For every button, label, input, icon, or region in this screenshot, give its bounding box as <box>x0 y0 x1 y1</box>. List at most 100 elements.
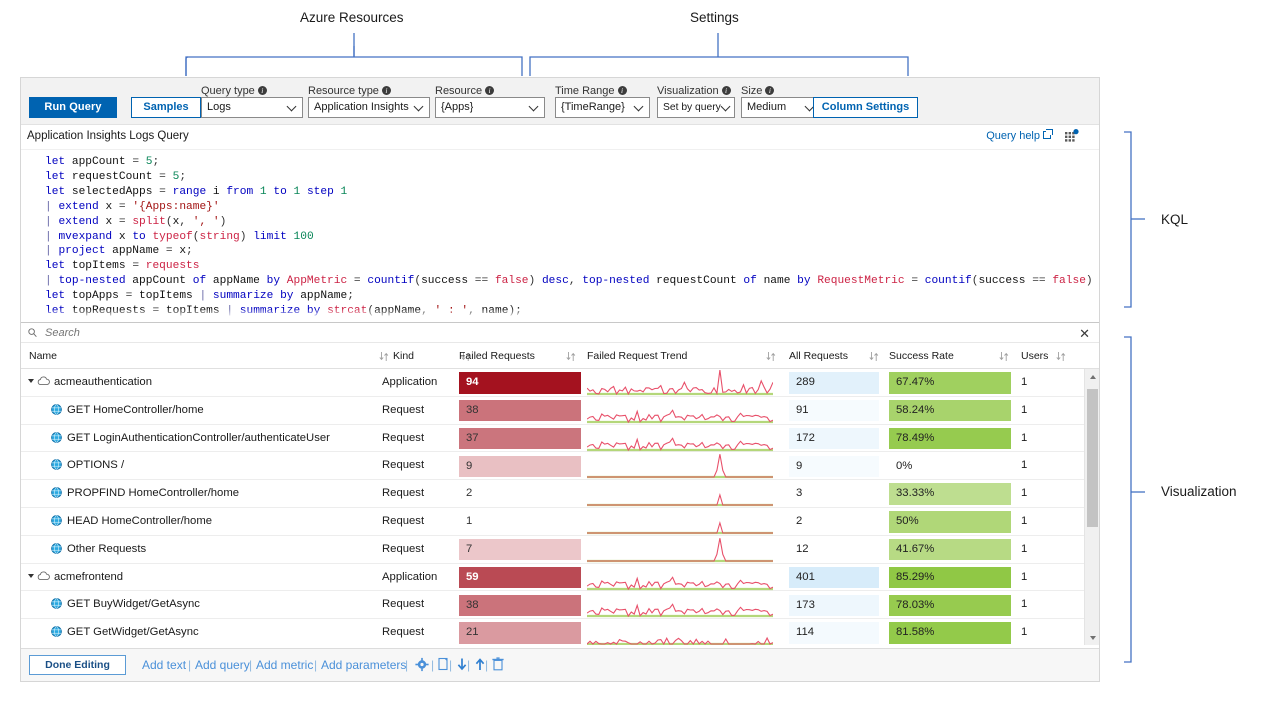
sort-icon[interactable] <box>1056 351 1066 362</box>
column-settings-button[interactable]: Column Settings <box>813 97 918 118</box>
add-metric-link[interactable]: Add metric <box>256 655 313 675</box>
table-row[interactable]: acmeauthenticationApplication9428967.47%… <box>21 369 1099 397</box>
row-all-requests-cell: 3 <box>789 483 879 505</box>
column-header-success-rate[interactable]: Success Rate <box>889 343 954 369</box>
column-header-name[interactable]: Name <box>29 343 57 369</box>
time-range-select[interactable]: {TimeRange} <box>555 97 650 118</box>
row-name-cell[interactable]: OPTIONS / <box>21 452 381 479</box>
resource-type-select[interactable]: Application Insights <box>308 97 430 118</box>
table-row[interactable]: HEAD HomeController/homeRequest1250%1 <box>21 508 1099 536</box>
column-header-failed-requests[interactable]: Failed Requests <box>459 343 535 369</box>
row-success-rate-cell: 58.24% <box>889 400 1011 422</box>
sort-icon[interactable] <box>379 351 389 362</box>
row-users-cell: 1 <box>1021 425 1061 452</box>
row-failed-requests-cell: 9 <box>459 456 581 478</box>
expand-collapse-icon[interactable] <box>28 574 34 578</box>
size-select[interactable]: Medium <box>741 97 821 118</box>
row-name-cell[interactable]: acmefrontend <box>21 564 381 591</box>
row-trend-sparkline <box>587 452 777 479</box>
column-header-users[interactable]: Users <box>1021 343 1048 369</box>
row-name-cell[interactable]: GET HomeController/home <box>21 397 381 424</box>
separator: | <box>188 655 191 675</box>
row-name-cell[interactable]: acmeauthentication <box>21 369 381 396</box>
expand-collapse-icon[interactable] <box>28 379 34 383</box>
scroll-up-arrow[interactable] <box>1085 369 1099 384</box>
table-row[interactable]: GET GetWidget/GetAsyncRequest2111481.58%… <box>21 619 1099 645</box>
sort-icon[interactable] <box>999 351 1009 362</box>
column-header-all-requests[interactable]: All Requests <box>789 343 848 369</box>
column-header-kind[interactable]: Kind <box>393 343 414 369</box>
row-all-requests-cell: 172 <box>789 428 879 450</box>
query-toolbar: Run Query Samples Query typei Logs Resou… <box>21 78 1099 125</box>
row-kind-cell: Request <box>382 536 452 563</box>
code-line: let topRequests = topItems | summarize b… <box>45 304 1099 319</box>
row-name-text: acmeauthentication <box>54 376 152 388</box>
scrollbar-thumb[interactable] <box>1087 389 1098 527</box>
query-samples-icon[interactable] <box>1065 129 1079 143</box>
row-kind-cell: Application <box>382 369 452 396</box>
row-name-cell[interactable]: GET BuyWidget/GetAsync <box>21 591 381 618</box>
table-row[interactable]: OPTIONS /Request990%1 <box>21 452 1099 480</box>
samples-button[interactable]: Samples <box>131 97 201 118</box>
query-type-label: Query typei <box>201 85 267 97</box>
time-range-value: {TimeRange} <box>561 98 625 117</box>
info-icon[interactable]: i <box>722 86 731 95</box>
add-query-link[interactable]: Add query <box>195 655 250 675</box>
table-row[interactable]: acmefrontendApplication5940185.29%1 <box>21 564 1099 592</box>
table-row[interactable]: GET LoginAuthenticationController/authen… <box>21 425 1099 453</box>
row-trend-sparkline <box>587 369 777 396</box>
query-type-select[interactable]: Logs <box>201 97 303 118</box>
editor-footer: Done Editing Add text | Add query | Add … <box>21 648 1099 681</box>
table-row[interactable]: Other RequestsRequest71241.67%1 <box>21 536 1099 564</box>
row-failed-requests-cell: 21 <box>459 622 581 644</box>
info-icon[interactable]: i <box>618 86 627 95</box>
done-editing-button[interactable]: Done Editing <box>29 655 126 675</box>
query-help-link[interactable]: Query help <box>986 130 1051 142</box>
request-globe-icon <box>51 626 62 637</box>
info-icon[interactable]: i <box>765 86 774 95</box>
sort-icon[interactable] <box>566 351 576 362</box>
sort-icon[interactable] <box>869 351 879 362</box>
row-trend-sparkline <box>587 619 777 645</box>
sort-icon[interactable] <box>766 351 776 362</box>
table-row[interactable]: PROPFIND HomeController/homeRequest2333.… <box>21 480 1099 508</box>
add-parameters-link[interactable]: Add parameters <box>321 655 406 675</box>
row-success-rate-cell: 78.03% <box>889 595 1011 617</box>
visualization-select[interactable]: Set by query <box>657 97 735 118</box>
row-name-cell[interactable]: PROPFIND HomeController/home <box>21 480 381 507</box>
table-row[interactable]: GET HomeController/homeRequest389158.24%… <box>21 397 1099 425</box>
info-icon[interactable]: i <box>258 86 267 95</box>
scroll-down-arrow[interactable] <box>1085 630 1099 645</box>
time-range-label: Time Rangei <box>555 85 627 97</box>
code-line: let requestCount = 5; <box>45 170 1099 185</box>
gear-icon[interactable] <box>415 657 429 672</box>
run-query-button[interactable]: Run Query <box>29 97 117 118</box>
row-all-requests-cell: 9 <box>789 456 879 478</box>
separator: | <box>405 655 408 675</box>
resource-select[interactable]: {Apps} <box>435 97 545 118</box>
add-text-link[interactable]: Add text <box>142 655 186 675</box>
row-success-rate-cell: 78.49% <box>889 428 1011 450</box>
info-icon[interactable]: i <box>485 86 494 95</box>
row-success-rate-cell: 33.33% <box>889 483 1011 505</box>
row-failed-requests-cell: 1 <box>459 511 581 533</box>
separator: | <box>485 655 488 675</box>
chevron-down-icon <box>530 102 539 111</box>
row-name-cell[interactable]: Other Requests <box>21 536 381 563</box>
row-name-cell[interactable]: GET LoginAuthenticationController/authen… <box>21 425 381 452</box>
row-name-cell[interactable]: GET GetWidget/GetAsync <box>21 619 381 645</box>
row-failed-requests-cell: 38 <box>459 400 581 422</box>
row-users-cell: 1 <box>1021 536 1061 563</box>
column-header-failed-request-trend[interactable]: Failed Request Trend <box>587 343 687 369</box>
grid-scrollbar[interactable] <box>1084 369 1099 645</box>
delete-icon[interactable] <box>491 657 505 672</box>
row-name-cell[interactable]: HEAD HomeController/home <box>21 508 381 535</box>
row-success-rate-cell: 85.29% <box>889 567 1011 589</box>
info-icon[interactable]: i <box>382 86 391 95</box>
clear-search-icon[interactable]: ✕ <box>1079 325 1090 342</box>
search-input[interactable] <box>43 326 943 340</box>
kql-editor[interactable]: let appCount = 5; let requestCount = 5; … <box>21 150 1099 322</box>
row-name-text: GET GetWidget/GetAsync <box>67 626 199 638</box>
table-row[interactable]: GET BuyWidget/GetAsyncRequest3817378.03%… <box>21 591 1099 619</box>
row-users-cell: 1 <box>1021 619 1061 645</box>
